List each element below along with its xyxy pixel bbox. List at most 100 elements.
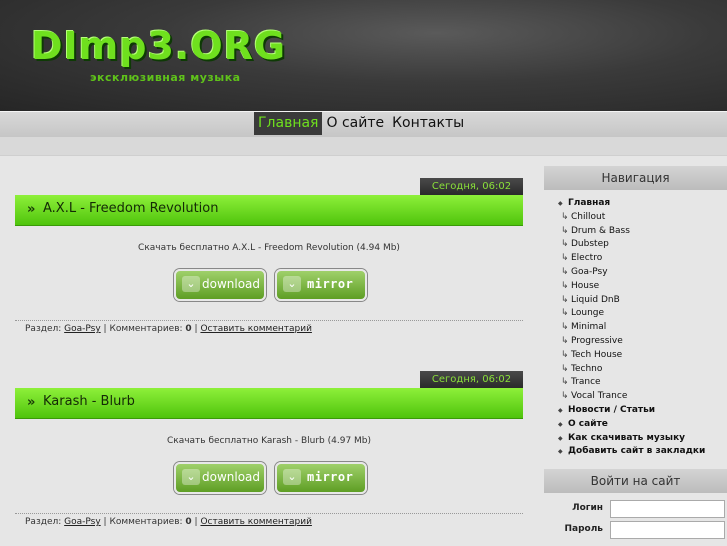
sidebar-item[interactable]: ↳ Electro	[544, 252, 727, 266]
sidebar-item-label: Techno	[571, 363, 603, 374]
sidebar-item-label: Vocal Trance	[571, 391, 628, 402]
sidebar-item[interactable]: ◆ Как скачивать музыку	[544, 432, 727, 446]
main-content: Сегодня, 06:02 » A.X.L - Freedom Revolut…	[15, 160, 523, 546]
sidebar-item[interactable]: ↳ Minimal	[544, 321, 727, 335]
sub-arrow-icon: ↳	[561, 266, 569, 277]
sub-bar	[0, 137, 727, 156]
sidebar-item-label: Goa-Psy	[571, 266, 608, 277]
diamond-bullet-icon: ◆	[558, 434, 563, 442]
download-button[interactable]: ⌄ download	[174, 462, 266, 494]
site-header: DImp3.ORG эксклюзивная музыка	[0, 0, 727, 111]
password-row: Пароль	[544, 520, 727, 541]
post-title-bar: » A.X.L - Freedom Revolution	[15, 195, 523, 226]
nav-home[interactable]: Главная	[254, 112, 323, 135]
post-title[interactable]: A.X.L - Freedom Revolution	[43, 201, 218, 216]
sidebar-item-label: Tech House	[571, 349, 623, 360]
password-input[interactable]	[610, 521, 725, 540]
mirror-button[interactable]: ⌄ mirror	[275, 462, 367, 494]
site-slogan: эксклюзивная музыка	[90, 71, 241, 84]
site-logo[interactable]: DImp3.ORG	[31, 22, 286, 70]
sidebar-item-label: Chillout	[571, 211, 606, 222]
download-button-label: download	[202, 277, 261, 291]
leave-comment-link[interactable]: Оставить комментарий	[200, 517, 311, 527]
post-date: Сегодня, 06:02	[420, 178, 523, 195]
leave-comment-link[interactable]: Оставить комментарий	[200, 324, 311, 334]
sub-arrow-icon: ↳	[561, 225, 569, 236]
sidebar-item[interactable]: ↳ Techno	[544, 363, 727, 377]
sidebar-item-label: Новости / Статьи	[568, 404, 656, 415]
sidebar-item[interactable]: ↳ Trance	[544, 376, 727, 390]
sidebar-item-label: Minimal	[571, 322, 607, 333]
sidebar-item[interactable]: ↳ Chillout	[544, 211, 727, 225]
sidebar-item[interactable]: ↳ Progressive	[544, 335, 727, 349]
nav-contacts[interactable]: Контакты	[388, 112, 468, 135]
login-input[interactable]	[610, 500, 725, 519]
diamond-bullet-icon: ◆	[558, 420, 563, 428]
sub-arrow-icon: ↳	[561, 239, 569, 250]
sidebar-item-label: Добавить сайт в закладки	[568, 446, 706, 457]
sidebar-item[interactable]: ↳ Vocal Trance	[544, 390, 727, 404]
sidebar-item[interactable]: ◆ Добавить сайт в закладки	[544, 445, 727, 459]
sub-arrow-icon: ↳	[561, 377, 569, 388]
sidebar-item[interactable]: ↳ Goa-Psy	[544, 266, 727, 280]
sidebar-item-label: Drum & Bass	[571, 225, 630, 236]
download-arrow-icon: ⌄	[283, 469, 301, 485]
login-label: Логин	[572, 503, 603, 514]
sidebar-item[interactable]: ↳ Liquid DnB	[544, 294, 727, 308]
navigation-heading: Навигация	[544, 166, 727, 190]
sidebar-item[interactable]: ◆ О сайте	[544, 418, 727, 432]
post: Сегодня, 06:02 » Karash - Blurb Скачать …	[15, 353, 523, 546]
sidebar-item-label: Dubstep	[571, 239, 609, 250]
sub-arrow-icon: ↳	[561, 308, 569, 319]
sidebar-item[interactable]: ◆ Новости / Статьи	[544, 404, 727, 418]
divider	[15, 320, 523, 321]
post-title[interactable]: Karash - Blurb	[43, 394, 135, 409]
section-label: Раздел:	[25, 517, 62, 527]
sidebar-item-label: Trance	[571, 377, 601, 388]
sidebar-item[interactable]: ↳ Dubstep	[544, 238, 727, 252]
section-link[interactable]: Goa-Psy	[64, 324, 101, 334]
post-meta: Раздел: Goa-Psy | Комментариев: 0 | Оста…	[25, 324, 312, 334]
comments-count: 0	[185, 517, 192, 527]
section-link[interactable]: Goa-Psy	[64, 517, 101, 527]
post-description: Скачать бесплатно Karash - Blurb (4.97 M…	[166, 436, 372, 446]
mirror-button-label: mirror	[307, 277, 354, 291]
diamond-bullet-icon: ◆	[558, 406, 563, 414]
sidebar-item-label: Главная	[568, 198, 611, 208]
top-nav-links: Главная О сайте Контакты	[254, 112, 468, 135]
divider	[15, 513, 523, 514]
double-chevron-icon: »	[27, 395, 36, 410]
mirror-button[interactable]: ⌄ mirror	[275, 269, 367, 301]
download-arrow-icon: ⌄	[283, 276, 301, 292]
sub-arrow-icon: ↳	[561, 211, 569, 222]
sidebar-item[interactable]: ↳ Tech House	[544, 349, 727, 363]
login-row: Логин	[544, 499, 727, 520]
nav-about[interactable]: О сайте	[322, 112, 388, 135]
sidebar-item[interactable]: ↳ House	[544, 280, 727, 294]
diamond-bullet-icon: ◆	[558, 200, 563, 207]
download-arrow-icon: ⌄	[182, 469, 200, 485]
login-heading: Войти на сайт	[544, 469, 727, 494]
login-box: Войти на сайт Логин Пароль	[544, 469, 727, 541]
download-button[interactable]: ⌄ download	[174, 269, 266, 301]
sidebar-item-label: Lounge	[571, 308, 605, 319]
sub-arrow-icon: ↳	[561, 391, 569, 402]
sidebar-item-label: House	[571, 280, 600, 291]
password-label: Пароль	[564, 524, 603, 535]
sidebar-item[interactable]: ↳ Drum & Bass	[544, 225, 727, 239]
sidebar-item-label: Liquid DnB	[571, 294, 620, 305]
sidebar: Навигация ◆ Главная ↳ Chillout ↳ Drum & Bass ↳…	[544, 166, 727, 541]
sidebar-item[interactable]: ↳ Lounge	[544, 307, 727, 321]
sidebar-item[interactable]: ◆ Главная	[544, 197, 727, 211]
sidebar-item-label: Electro	[571, 253, 603, 264]
sidebar-item-label: О сайте	[568, 418, 608, 429]
sub-arrow-icon: ↳	[561, 363, 569, 374]
sidebar-menu: ◆ Главная ↳ Chillout ↳ Drum & Bass ↳ Dubstep ↳ El…	[544, 190, 727, 459]
post-description: Скачать бесплатно A.X.L - Freedom Revolu…	[138, 243, 400, 253]
double-chevron-icon: »	[27, 202, 36, 217]
sub-arrow-icon: ↳	[561, 253, 569, 264]
mirror-button-label: mirror	[307, 470, 354, 484]
post-meta: Раздел: Goa-Psy | Комментариев: 0 | Оста…	[25, 517, 312, 527]
sub-arrow-icon: ↳	[561, 280, 569, 291]
comments-label: Комментариев:	[109, 324, 183, 334]
